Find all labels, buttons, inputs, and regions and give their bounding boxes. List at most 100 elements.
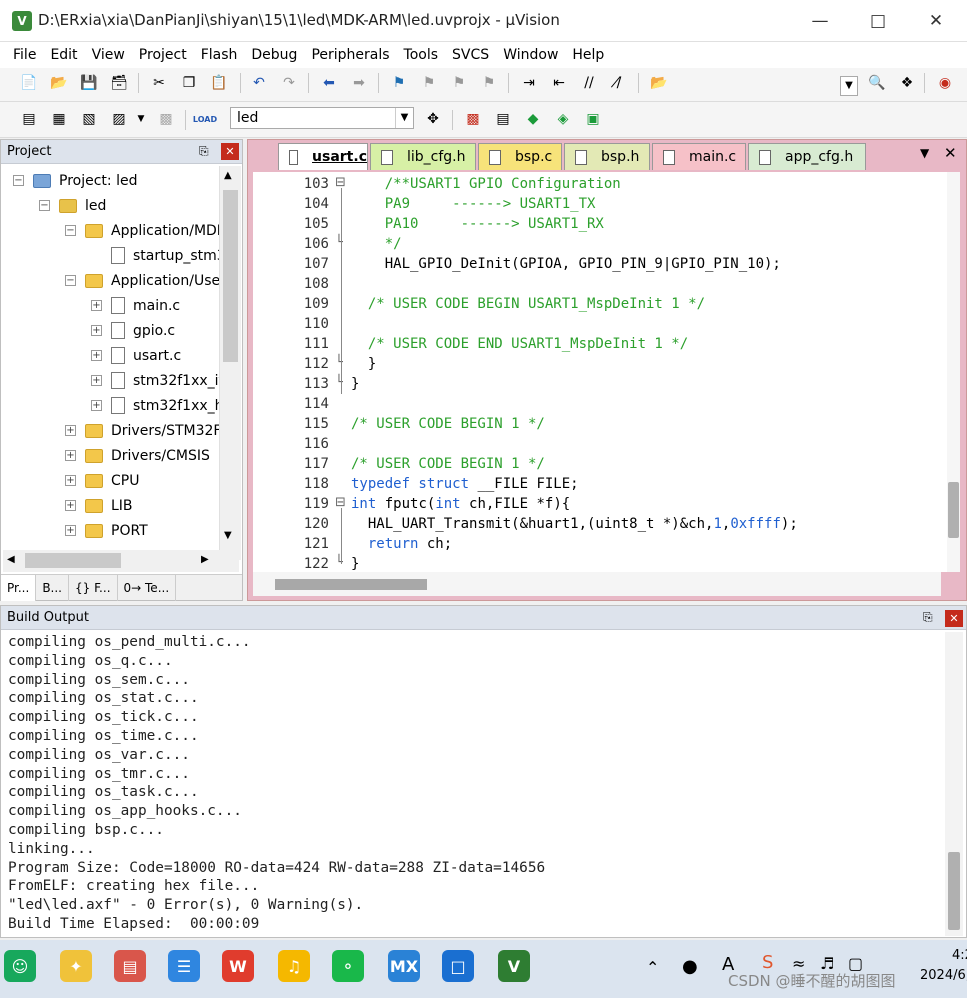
archive-app-icon[interactable]: ▤	[114, 950, 146, 982]
collapse-icon[interactable]: −	[65, 275, 76, 286]
pin-icon[interactable]: ⎘	[923, 610, 933, 625]
incremental-find-icon[interactable]: ❖	[896, 72, 918, 94]
project-horizontal-scrollbar[interactable]: ◀ ▶	[3, 550, 239, 572]
unindent-icon[interactable]: ⇤	[548, 72, 570, 94]
collapse-icon[interactable]: −	[39, 200, 50, 211]
code-line[interactable]: 112 }	[253, 354, 943, 374]
tree-item[interactable]: − Application/User	[65, 268, 219, 293]
close-icon[interactable]: ✕	[221, 143, 239, 160]
manage-rte-icon[interactable]: ◆	[522, 108, 544, 130]
next-bookmark-icon[interactable]: ⚑	[448, 72, 470, 94]
target-options-icon[interactable]: ✥	[422, 108, 444, 130]
pin-icon[interactable]: ⎘	[199, 144, 209, 159]
expand-icon[interactable]: +	[65, 500, 76, 511]
tab-books[interactable]: B...	[36, 575, 69, 601]
new-file-icon[interactable]: 📄	[18, 72, 40, 94]
batch-dropdown-icon[interactable]: ▼	[130, 108, 152, 130]
scrollbar-thumb[interactable]	[275, 579, 427, 590]
tab-functions[interactable]: {} F...	[69, 575, 118, 601]
editor-tab-bsp-c[interactable]: bsp.c	[478, 143, 562, 170]
editor-tab-main-c[interactable]: main.c	[652, 143, 746, 170]
tree-item[interactable]: + main.c	[91, 293, 180, 318]
code-line[interactable]: 109 /* USER CODE BEGIN USART1_MspDeInit …	[253, 294, 943, 314]
tree-item[interactable]: + PORT	[65, 518, 148, 543]
editor-tab-bsp-h[interactable]: bsp.h	[564, 143, 650, 170]
debug-session-icon[interactable]: ◉	[934, 72, 956, 94]
clock-time[interactable]: 4:2	[952, 948, 967, 963]
keil-taskbar-icon[interactable]: V	[498, 950, 530, 982]
chevron-up-icon[interactable]: ⌃	[646, 958, 659, 977]
tree-item[interactable]: − Application/MDK	[65, 218, 219, 243]
scrollbar-thumb[interactable]	[948, 852, 960, 930]
clock-date[interactable]: 2024/6,	[920, 968, 967, 983]
code-line[interactable]: 113}	[253, 374, 943, 394]
tab-templates[interactable]: 0→ Te...	[118, 575, 177, 601]
comment-icon[interactable]: //	[578, 72, 600, 94]
notepad-app-icon[interactable]: ☰	[168, 950, 200, 982]
tree-item[interactable]: + gpio.c	[91, 318, 175, 343]
expand-icon[interactable]: +	[65, 525, 76, 536]
tree-item[interactable]: − Project: led	[13, 168, 137, 193]
tab-project[interactable]: Pr...	[1, 575, 37, 601]
close-tab-icon[interactable]: ✕	[944, 144, 957, 162]
expand-icon[interactable]: +	[91, 300, 102, 311]
tab-list-dropdown-icon[interactable]: ▼	[920, 146, 929, 160]
save-icon[interactable]: 💾	[78, 72, 100, 94]
build-output-text[interactable]: compiling os_pend_multi.c... compiling os…	[1, 632, 941, 936]
menu-view[interactable]: View	[85, 47, 132, 63]
stop-build-icon[interactable]: ▩	[155, 108, 177, 130]
wechat-app-icon[interactable]: ⚬	[332, 950, 364, 982]
code-line[interactable]: 114	[253, 394, 943, 414]
batch-build-icon[interactable]: ▨	[108, 108, 130, 130]
scrollbar-thumb[interactable]	[948, 482, 959, 538]
manage-project-items-icon[interactable]: ▩	[462, 108, 484, 130]
find-combo-dropdown-icon[interactable]: ▼	[840, 76, 858, 96]
code-line[interactable]: 103 /**USART1 GPIO Configuration	[253, 174, 943, 194]
tree-item[interactable]: − led	[39, 193, 106, 218]
tree-item[interactable]: + Drivers/CMSIS	[65, 443, 210, 468]
code-line[interactable]: 105 PA10 ------> USART1_RX	[253, 214, 943, 234]
cut-icon[interactable]: ✂	[148, 72, 170, 94]
nav-back-icon[interactable]: ⬅	[318, 72, 340, 94]
code-line[interactable]: 117 /* USER CODE BEGIN 1 */	[253, 454, 943, 474]
expand-icon[interactable]: +	[91, 375, 102, 386]
rebuild-icon[interactable]: ▧	[78, 108, 100, 130]
menu-tools[interactable]: Tools	[397, 47, 446, 63]
build-icon[interactable]: ▦	[48, 108, 70, 130]
find-in-files-icon[interactable]: 📂	[648, 72, 670, 94]
maximize-button[interactable]: □	[849, 0, 907, 42]
code-line[interactable]: 119 int fputc(int ch,FILE *f){	[253, 494, 943, 514]
editor-tab-app-cfg-h[interactable]: app_cfg.h	[748, 143, 866, 170]
code-line[interactable]: 121 return ch;	[253, 534, 943, 554]
close-button[interactable]: ✕	[907, 0, 965, 42]
paste-icon[interactable]: 📋	[208, 72, 230, 94]
collapse-icon[interactable]: −	[13, 175, 24, 186]
expand-icon[interactable]: +	[91, 350, 102, 361]
menu-file[interactable]: File	[6, 47, 43, 63]
editor-tab-lib-cfg-h[interactable]: lib_cfg.h	[370, 143, 476, 170]
prev-bookmark-icon[interactable]: ⚑	[418, 72, 440, 94]
scroll-down-icon[interactable]: ▼	[224, 530, 232, 541]
tree-item[interactable]: + stm32f1xx_it.	[91, 368, 219, 393]
select-packs-icon[interactable]: ▤	[492, 108, 514, 130]
code-line[interactable]: 122}	[253, 554, 943, 572]
uncomment-icon[interactable]: /̸	[608, 72, 630, 94]
tree-item[interactable]: startup_stm3	[91, 243, 219, 268]
code-line[interactable]: 108	[253, 274, 943, 294]
translate-icon[interactable]: ▤	[18, 108, 40, 130]
editor-vertical-scrollbar[interactable]	[947, 172, 960, 572]
wps-app-icon[interactable]: W	[222, 950, 254, 982]
menu-flash[interactable]: Flash	[194, 47, 245, 63]
clear-bookmarks-icon[interactable]: ⚑	[478, 72, 500, 94]
scroll-left-icon[interactable]: ◀	[7, 554, 15, 565]
close-icon[interactable]: ✕	[945, 610, 963, 627]
find-icon[interactable]: 🔍	[866, 72, 888, 94]
menu-svcs[interactable]: SVCS	[445, 47, 496, 63]
code-line[interactable]: 106 */	[253, 234, 943, 254]
tree-item[interactable]: + Drivers/STM32F1	[65, 418, 219, 443]
scroll-up-icon[interactable]: ▲	[224, 170, 232, 181]
code-line[interactable]: 118 typedef struct __FILE FILE;	[253, 474, 943, 494]
editor-horizontal-scrollbar[interactable]	[253, 572, 941, 596]
code-line[interactable]: 111 /* USER CODE END USART1_MspDeInit 1 …	[253, 334, 943, 354]
run-time-env-icon[interactable]: ▣	[582, 108, 604, 130]
